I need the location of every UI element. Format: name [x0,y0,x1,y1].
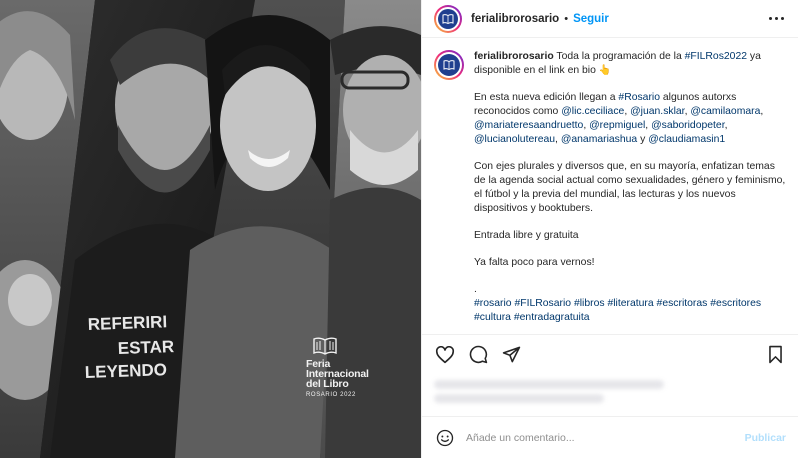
caption-p6: . [474,284,477,295]
hashtag-link[interactable]: #escritores [710,298,761,309]
caption-p1-a: Toda la programación de la [553,51,685,62]
hashtag-filros2022[interactable]: #FILRos2022 [685,51,747,62]
logo-title-line-3: del Libro [306,378,349,390]
likes-area [422,374,798,408]
comment-input[interactable]: Añade un comentario... [466,432,745,444]
caption-username[interactable]: ferialibrorosario [474,51,554,62]
mention-link[interactable]: @lucianolutereau [474,134,555,145]
mention-link[interactable]: @juan.sklar [630,106,684,117]
mention-link[interactable]: @anamariashua [561,134,637,145]
instagram-post: REFERIRI ESTAR LEYENDO Feria Internacion… [0,0,798,458]
hashtag-link[interactable]: #literatura [607,298,653,309]
hashtag-link[interactable]: #rosario [474,298,512,309]
post-header: ferialibrorosario • Seguir [422,0,798,38]
hashtag-link[interactable]: #FILRosario [514,298,571,309]
mention-link[interactable]: @repmiguel [589,120,645,131]
book-logo-icon [442,13,454,24]
book-logo-icon [313,337,337,355]
post-image[interactable]: REFERIRI ESTAR LEYENDO Feria Internacion… [0,0,421,458]
comment-box: Añade un comentario... Publicar [422,416,798,458]
more-options-icon[interactable] [763,13,790,24]
avatar[interactable] [434,4,462,33]
shirt-text-1: REFERIRI [87,312,167,334]
heart-icon[interactable] [434,344,456,366]
book-logo-icon [443,60,455,70]
post-sidebar: ferialibrorosario • Seguir ferialibroros… [421,0,798,458]
comment-icon[interactable] [467,344,489,366]
separator-dot: • [564,12,569,25]
caption-p5: Ya falta poco para vernos! [474,257,595,268]
smiley-icon[interactable] [434,427,456,449]
feria-logo: Feria Internacional del Libro ROSARIO 20… [306,336,386,398]
header-username[interactable]: ferialibrorosario [471,13,559,25]
shirt-text-3: LEYENDO [84,360,167,382]
hashtag-link[interactable]: #libros [574,298,605,309]
bookmark-icon[interactable] [764,344,786,366]
blurred-likes [434,379,664,389]
logo-title: Feria Internacional del Libro [306,359,386,390]
action-bar [422,334,798,374]
caption-p3: Con ejes plurales y diversos que, en su … [474,161,786,214]
caption-text: ferialibrorosario Toda la programación d… [474,51,786,325]
blurred-date [434,393,604,403]
hashtag-link[interactable]: #entradagratuita [514,312,590,323]
mention-link[interactable]: @claudiamasin1 [648,134,725,145]
caption-p4: Entrada libre y gratuita [474,230,579,241]
share-icon[interactable] [500,344,522,366]
pointing-up-emoji: 👆 [598,65,612,76]
caption-area: ferialibrorosario Toda la programación d… [422,38,798,334]
shirt-text-2: ESTAR [117,337,174,358]
caption-p2-a: En esta nueva edición llegan a [474,92,619,103]
mention-link[interactable]: @lic.ceciliace [561,106,624,117]
logo-subtitle: ROSARIO 2022 [306,392,356,398]
hashtag-list: #rosario #FILRosario #libros #literatura… [474,297,786,325]
hashtag-link[interactable]: #escritoras [657,298,708,309]
publish-button[interactable]: Publicar [745,432,786,444]
caption-avatar[interactable] [434,50,464,80]
mention-link[interactable]: @camilaomara [690,106,760,117]
follow-button[interactable]: Seguir [573,13,609,25]
hashtag-rosario[interactable]: #Rosario [618,92,660,103]
hashtag-link[interactable]: #cultura [474,312,511,323]
mention-link[interactable]: @mariateresaandruetto [474,120,583,131]
mention-link[interactable]: @saboridopeter [651,120,725,131]
